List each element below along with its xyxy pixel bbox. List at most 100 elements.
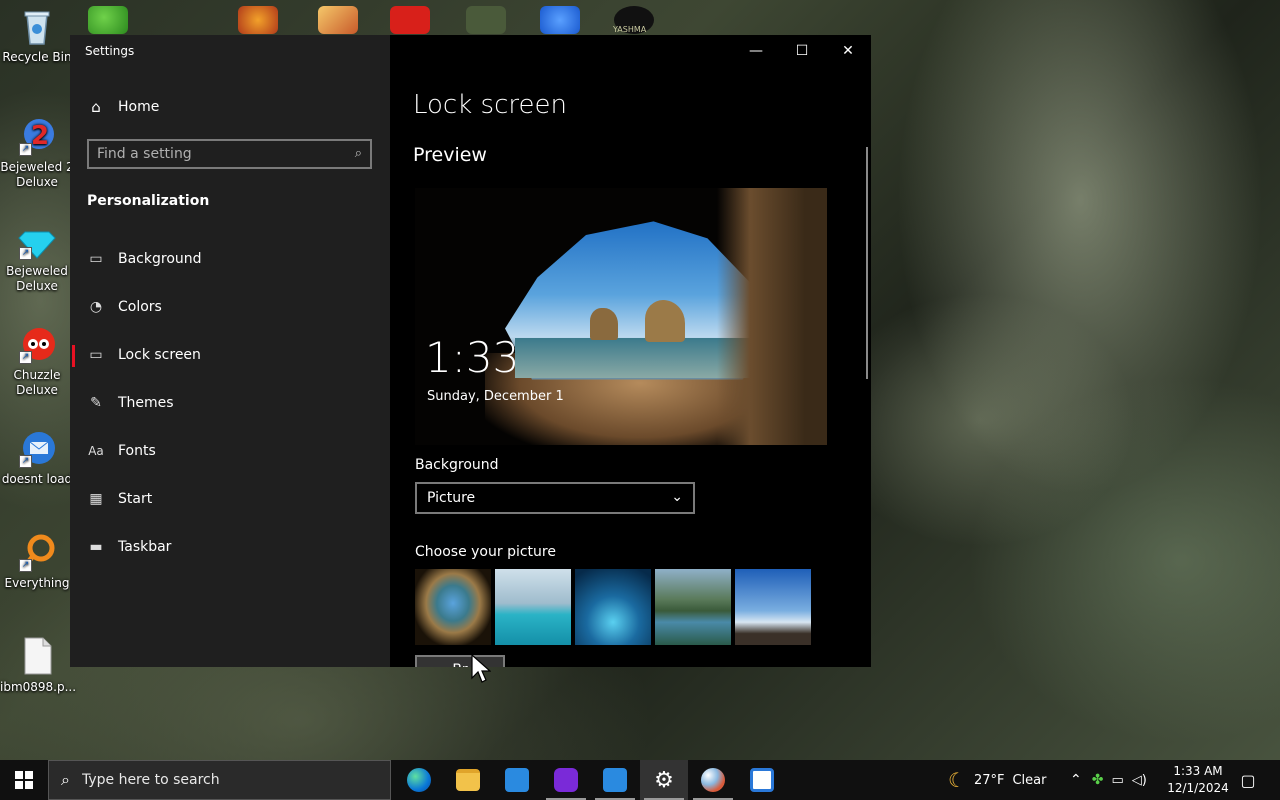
desktop-icon-doesnt-load[interactable]: ↗ doesnt load	[0, 428, 74, 487]
taskbar-store-app[interactable]	[493, 760, 541, 800]
taskbar-search-input[interactable]	[79, 771, 364, 789]
file-icon	[17, 636, 57, 676]
shortcut-arrow-icon: ↗	[19, 455, 32, 468]
moon-icon: ☾	[948, 768, 966, 792]
taskbar-app-window[interactable]	[738, 760, 786, 800]
preview-time: 1:33	[425, 333, 520, 382]
shortcut-arrow-icon: ↗	[19, 247, 32, 260]
sidebar-item-themes[interactable]: ✎ Themes	[70, 383, 390, 423]
bejeweled-2-icon: 2 ↗	[17, 116, 57, 156]
settings-window: Settings ⌂ Home ⌕ Personalization ▭ Back…	[70, 35, 871, 667]
diamond-icon: ↗	[17, 220, 57, 260]
sidebar-item-colors[interactable]: ◔ Colors	[70, 287, 390, 327]
desktop-icon-bejeweled[interactable]: ↗ Bejeweled Deluxe	[0, 220, 74, 294]
desktop-icon-label: Bejeweled Deluxe	[6, 264, 68, 293]
desktop-icon-everything[interactable]: ↗ Everything	[0, 532, 74, 591]
preview-cave-wall	[717, 188, 827, 445]
network-icon[interactable]: ▭	[1111, 773, 1123, 788]
desktop-icon-recycle-bin[interactable]: Recycle Bin	[0, 6, 74, 65]
chevron-up-icon[interactable]: ⌃	[1070, 772, 1082, 788]
taskbar-settings[interactable]: ⚙	[640, 760, 688, 800]
close-icon: ✕	[842, 43, 854, 59]
desktop-icon-yashma[interactable]: YASHMA	[613, 6, 654, 34]
nav-home[interactable]: ⌂ Home	[87, 98, 159, 116]
mouse-cursor-icon	[471, 654, 491, 683]
search-icon: ⌕	[61, 770, 70, 789]
choose-picture-label: Choose your picture	[415, 544, 556, 560]
start-icon: ▦	[89, 491, 103, 507]
lock-screen-icon: ▭	[89, 347, 103, 363]
sidebar-item-label: Lock screen	[118, 347, 201, 363]
picture-thumb-sky[interactable]	[735, 569, 811, 645]
start-button[interactable]	[0, 760, 48, 800]
shortcut-arrow-icon: ↗	[19, 351, 32, 364]
minimize-icon: —	[749, 43, 763, 59]
minimize-button[interactable]: —	[733, 35, 779, 67]
desktop-icon-label: Bejeweled 2 Deluxe	[0, 160, 74, 189]
recycle-bin-icon	[17, 6, 57, 46]
desktop-icon-temple[interactable]	[466, 6, 506, 34]
sidebar-item-lock-screen[interactable]: ▭ Lock screen	[70, 335, 390, 375]
taskbar-file-explorer[interactable]	[444, 760, 492, 800]
sidebar-item-fonts[interactable]: Aa Fonts	[70, 431, 390, 471]
window-title: Settings	[85, 44, 135, 58]
picture-thumb-sea[interactable]	[495, 569, 571, 645]
sidebar-item-label: Start	[118, 491, 153, 507]
shortcut-arrow-icon: ↗	[19, 143, 32, 156]
preview-rock	[645, 300, 685, 342]
notification-center-button[interactable]: ▢	[1230, 760, 1266, 800]
gear-icon: ⚙	[654, 767, 674, 793]
preview-date: Sunday, December 1	[427, 389, 564, 404]
desktop-icon-people[interactable]	[88, 6, 128, 34]
close-button[interactable]: ✕	[825, 35, 871, 67]
taskbar-edge[interactable]	[395, 760, 443, 800]
desktop-icon-browser[interactable]	[238, 6, 278, 34]
taskbar-clock[interactable]: 1:33 AM 12/1/2024	[1160, 763, 1236, 797]
sidebar-item-start[interactable]: ▦ Start	[70, 479, 390, 519]
desktop-icon-flash[interactable]	[390, 6, 430, 34]
desktop-icon-bejeweled-2[interactable]: 2 ↗ Bejeweled 2 Deluxe	[0, 116, 74, 190]
background-dropdown[interactable]: Picture ⌄	[415, 482, 695, 514]
themes-icon: ✎	[90, 395, 102, 411]
taskbar-app-purple[interactable]	[542, 760, 590, 800]
sidebar-item-label: Taskbar	[118, 539, 172, 555]
content-scrollbar[interactable]	[866, 147, 868, 379]
volume-icon[interactable]: ◁)	[1132, 773, 1147, 788]
chevron-down-icon: ⌄	[671, 489, 683, 505]
desktop-icon-chuzzle[interactable]: ↗ Chuzzle Deluxe	[0, 324, 74, 398]
desktop-icon-label: Everything	[4, 576, 70, 590]
desktop-icon-label: ibm0898.p...	[0, 680, 77, 694]
desktop-icon-file[interactable]: ibm0898.p...	[0, 636, 77, 695]
sidebar-item-background[interactable]: ▭ Background	[70, 239, 390, 279]
taskbar-paint[interactable]	[689, 760, 737, 800]
clover-icon[interactable]: ✤	[1092, 772, 1104, 788]
desktop-icon-messenger[interactable]	[540, 6, 580, 34]
taskbar: ⌕ ⚙ ☾ 27°F Clear ⌃ ✤ ▭ ◁) 1:33 AM 12/1/2…	[0, 760, 1280, 800]
preview-heading: Preview	[413, 144, 487, 166]
background-label: Background	[415, 457, 499, 473]
sidebar-item-label: Background	[118, 251, 202, 267]
search-icon[interactable]: ⌕	[355, 146, 362, 161]
store-icon	[603, 768, 627, 792]
weather-condition: Clear	[1012, 772, 1047, 788]
weather-widget[interactable]: ☾ 27°F Clear	[948, 760, 1046, 800]
browse-button[interactable]: Br	[415, 655, 505, 667]
find-setting-box[interactable]: ⌕	[87, 139, 372, 169]
nav-section-heading: Personalization	[87, 193, 210, 209]
magnifier-icon: ↗	[17, 532, 57, 572]
sidebar-item-label: Themes	[118, 395, 174, 411]
desktop-icon-app[interactable]	[318, 6, 358, 34]
maximize-button[interactable]: ☐	[779, 35, 825, 67]
picture-thumb-cave[interactable]	[415, 569, 491, 645]
shortcut-arrow-icon: ↗	[19, 559, 32, 572]
browse-button-label: Br	[452, 662, 467, 667]
sidebar-item-taskbar[interactable]: ▬ Taskbar	[70, 527, 390, 567]
find-setting-input[interactable]	[97, 145, 337, 163]
background-dropdown-value: Picture	[427, 490, 476, 506]
windows-logo-icon	[15, 771, 33, 789]
picture-thumb-lake[interactable]	[655, 569, 731, 645]
taskbar-store-app-2[interactable]	[591, 760, 639, 800]
purple-app-icon	[554, 768, 578, 792]
picture-thumb-underwater[interactable]	[575, 569, 651, 645]
taskbar-search-box[interactable]: ⌕	[48, 760, 391, 800]
